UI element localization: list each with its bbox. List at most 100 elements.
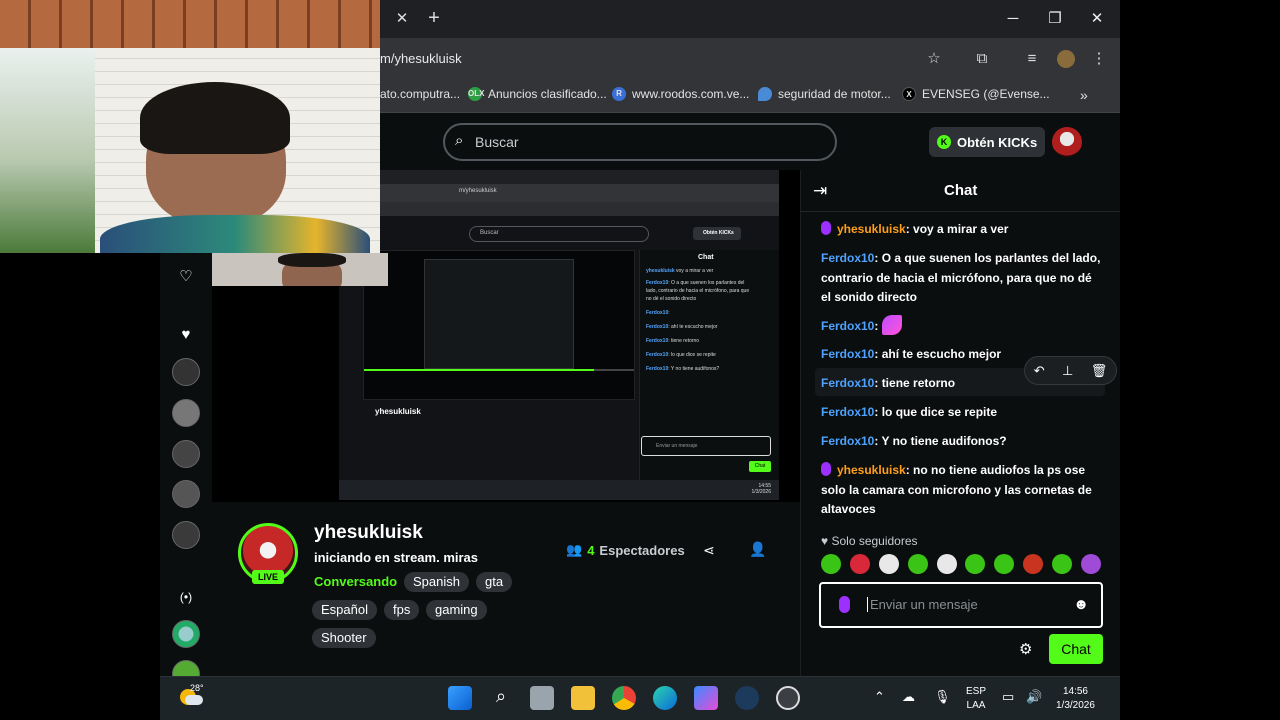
chat-settings-icon[interactable]: ⚙ (1019, 640, 1032, 658)
steam-icon[interactable] (735, 686, 759, 710)
emote-icon[interactable] (849, 554, 870, 574)
following-heart-icon[interactable]: ♡ (178, 267, 194, 285)
webcam-ceiling (0, 0, 380, 48)
emote-bar (821, 554, 1101, 576)
chat-message: Ferdox10: lo que dice se repite (821, 405, 998, 419)
minimize-icon[interactable]: ─ (996, 6, 1030, 32)
media-control-icon[interactable]: ≡ (1022, 49, 1042, 69)
channel-avatar[interactable] (172, 480, 200, 508)
recording-frame: ✕ + ─ ❐ ✕ m/yhesukluisk ☆ ⧉ ≡ ⋮ ato.comp… (0, 0, 1280, 720)
share-icon[interactable]: ⋖ (703, 542, 715, 559)
collapse-chat-icon[interactable]: ⇥ (813, 181, 827, 201)
close-tab-icon[interactable]: ✕ (392, 9, 412, 29)
extensions-icon[interactable]: ⧉ (972, 49, 992, 69)
emote-icon[interactable] (821, 554, 841, 574)
bookmark-item[interactable]: X EVENSEG (@Evense... (902, 87, 1050, 101)
close-window-icon[interactable]: ✕ (1080, 6, 1114, 32)
kick-logo-icon: K (937, 135, 951, 149)
chat-title: Chat (944, 182, 978, 199)
channel-avatar[interactable] (172, 358, 200, 386)
emote-icon[interactable] (936, 554, 957, 574)
bookmark-star-icon[interactable]: ☆ (924, 49, 944, 69)
live-broadcast-icon[interactable]: (•) (178, 590, 194, 606)
stream-tag[interactable]: gta (476, 572, 513, 592)
edge-icon[interactable] (653, 686, 677, 710)
emote-icon[interactable] (1080, 554, 1101, 574)
emote-icon[interactable] (965, 554, 986, 574)
nested-clock: 14:55 1/3/2026 (751, 483, 771, 495)
network-icon[interactable]: ▭ (1002, 689, 1014, 705)
stream-tag[interactable]: Shooter (312, 628, 376, 648)
bookmark-item[interactable]: ato.computra... (380, 87, 460, 101)
system-clock[interactable]: 14:56 1/3/2026 (1056, 685, 1095, 713)
pin-icon[interactable]: ⊥ (1062, 363, 1073, 379)
emoji-picker-icon[interactable]: ☻ (1073, 596, 1089, 613)
stream-tag[interactable]: gaming (426, 600, 487, 620)
profile-avatar-icon[interactable] (1057, 50, 1075, 68)
task-view-icon[interactable] (530, 686, 554, 710)
bookmark-item[interactable]: seguridad de motor... (758, 87, 891, 101)
nested-chat-button: Chat (749, 461, 771, 472)
chat-header: ⇥ Chat (801, 170, 1120, 212)
streamer-mic-badge-icon (821, 462, 831, 476)
microphone-icon[interactable]: 🎙 (934, 689, 951, 705)
channel-avatar[interactable] (172, 620, 200, 648)
follow-user-icon[interactable]: 👤 (749, 541, 766, 558)
get-kicks-button[interactable]: K Obtén KICKs (929, 127, 1045, 157)
stream-category[interactable]: Conversando (314, 574, 397, 589)
nested-chat-input: Enviar un mensaje (641, 436, 771, 456)
stream-tag[interactable]: Español (312, 600, 377, 620)
browser-menu-icon[interactable]: ⋮ (1089, 49, 1109, 69)
emote-icon[interactable] (994, 554, 1015, 574)
language-indicator[interactable]: ESP LAA (966, 685, 986, 713)
show-hidden-icons[interactable]: ⌃ (874, 689, 885, 705)
send-chat-button[interactable]: Chat (1049, 634, 1103, 664)
followers-only-notice: ♥ Solo seguidores (821, 534, 918, 548)
streamer-name[interactable]: yhesukluisk (314, 522, 423, 544)
volume-icon[interactable]: 🔊 (1026, 689, 1042, 705)
search-taskbar-icon[interactable]: ⌕ (489, 686, 513, 710)
onedrive-icon[interactable]: ☁ (902, 689, 915, 705)
obs-icon[interactable] (776, 686, 800, 710)
emote-icon[interactable] (1052, 554, 1072, 574)
nested-chat-line: lado, contrario de hacia el micrófono, p… (646, 288, 750, 294)
channel-avatar[interactable] (172, 399, 200, 427)
nested-chat-line: Ferdox10: tiene retorno (646, 338, 700, 344)
chat-message-input[interactable]: Enviar un mensaje ☻ (819, 582, 1103, 628)
nested-taskbar: 14:55 1/3/2026 (339, 480, 779, 500)
search-input[interactable]: ⌕ Buscar (443, 123, 837, 161)
emote-icon[interactable] (878, 554, 899, 574)
user-avatar[interactable] (1052, 127, 1082, 157)
url-field[interactable]: m/yhesukluisk (380, 51, 462, 66)
roodos-icon: R (612, 87, 626, 101)
location-pin-icon (758, 87, 772, 101)
stream-title: iniciando en stream. miras (314, 550, 479, 565)
channel-avatar[interactable] (172, 521, 200, 549)
more-bookmarks-icon[interactable]: » (1080, 87, 1088, 103)
chrome-icon[interactable] (612, 686, 636, 710)
store-icon[interactable] (694, 686, 718, 710)
file-explorer-icon[interactable] (571, 686, 595, 710)
delete-icon[interactable]: 🗑 (1091, 363, 1108, 379)
mic-badge-icon (839, 596, 850, 613)
start-windows-icon[interactable] (448, 686, 472, 710)
nested-kicks-button: Obtén KICKs (693, 227, 741, 240)
emote-icon[interactable] (1023, 554, 1044, 574)
webcam-overlay-nested (212, 253, 388, 286)
emote-icon[interactable] (907, 554, 928, 574)
channel-avatar[interactable] (172, 440, 200, 468)
nested-chat-line: yhesukluisk voy a mirar a ver (646, 268, 714, 274)
heart-icon[interactable]: ♥ (178, 326, 194, 343)
reply-icon[interactable]: ↶ (1034, 363, 1045, 379)
maximize-icon[interactable]: ❐ (1038, 6, 1072, 32)
butterfly-emote-icon (881, 315, 902, 335)
message-actions: ↶ ⊥ 🗑 (1024, 356, 1117, 385)
nested-bookmarks-bar (339, 202, 779, 216)
nested-recursive-video (424, 259, 574, 369)
new-tab-icon[interactable]: + (423, 7, 445, 29)
viewers-icon: 👥 (566, 542, 583, 557)
stream-tag[interactable]: fps (384, 600, 420, 620)
bookmark-item[interactable]: Rwww.roodos.com.ve... (612, 87, 749, 101)
stream-tag[interactable]: Spanish (404, 572, 469, 592)
bookmark-item[interactable]: OLX Anuncios clasificado... (468, 87, 607, 101)
